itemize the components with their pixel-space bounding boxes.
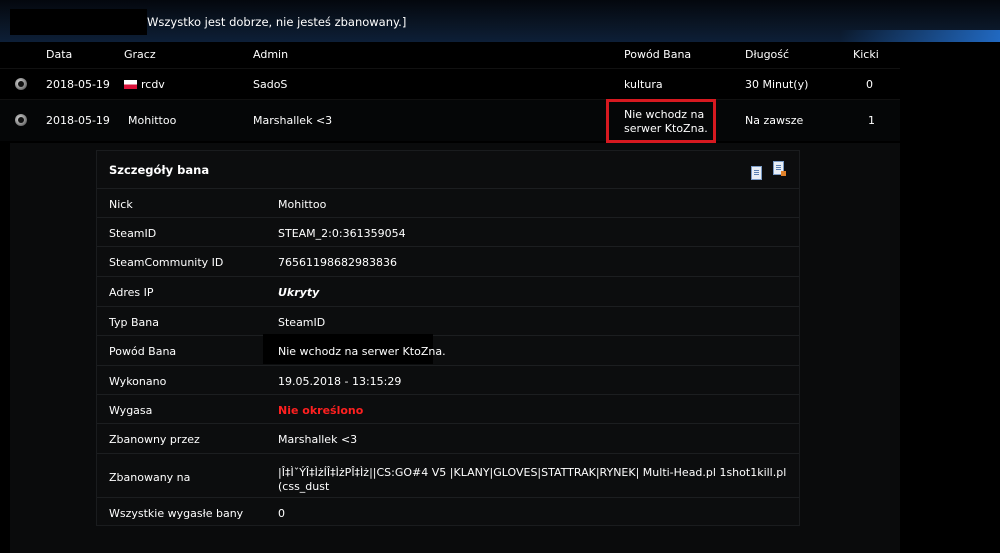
header-reason[interactable]: Powód Bana [624, 48, 691, 61]
detail-label: Zbanowany na [109, 471, 191, 484]
detail-row-server: Zbanowany na |Î‡ÌˇÝÎ‡ÌżÍÎ‡ÌżPÎ‡Ìż||CS:GO… [97, 453, 799, 498]
row-length: 30 Minut(y) [745, 78, 809, 91]
ban-list-table: Data Gracz Admin Powód Bana Długość Kick… [0, 42, 900, 141]
header-date[interactable]: Data [46, 48, 72, 61]
header-admin[interactable]: Admin [253, 48, 288, 61]
detail-row-ip: Adres IP Ukryty [97, 276, 799, 306]
row-date: 2018-05-19 [46, 114, 110, 127]
row-kicks: 1 [868, 114, 875, 127]
detail-row-steamcommunity: SteamCommunity ID 76561198682983836 [97, 246, 799, 276]
detail-label: Typ Bana [109, 316, 159, 329]
detail-row-bannedby: Zbanowny przez Marshallek <3 [97, 423, 799, 453]
document-icon[interactable] [751, 166, 762, 180]
detail-row-expired-bans: Wszystkie wygasłe bany 0 [97, 497, 799, 527]
csgo-icon [15, 114, 27, 126]
detail-value: Marshallek <3 [278, 433, 358, 446]
detail-value-server: |Î‡ÌˇÝÎ‡ÌżÍÎ‡ÌżPÎ‡Ìż||CS:GO#4 V5 |KLANY|… [278, 466, 787, 493]
row-player: rcdv [124, 78, 165, 91]
detail-label: Adres IP [109, 286, 154, 299]
detail-value: 0 [278, 507, 285, 520]
detail-row-expires: Wygasa Nie określono [97, 394, 799, 424]
row-date: 2018-05-19 [46, 78, 110, 91]
detail-row-bantype: Typ Bana SteamID [97, 306, 799, 336]
detail-row-nick: Nick Mohittoo [97, 188, 799, 218]
header-player[interactable]: Gracz [124, 48, 156, 61]
details-title: Szczegóły bana [109, 163, 210, 177]
redacted-block [10, 9, 147, 35]
detail-value: SteamID [278, 316, 326, 329]
detail-label: SteamID [109, 227, 157, 240]
detail-value: STEAM_2:0:361359054 [278, 227, 406, 240]
header-kicks[interactable]: Kicki [853, 48, 879, 61]
detail-row-steamid: SteamID STEAM_2:0:361359054 [97, 217, 799, 247]
poland-flag-icon [124, 80, 137, 89]
detail-label: Wykonano [109, 375, 167, 388]
row-admin: SadoS [253, 78, 288, 91]
detail-label: Wygasa [109, 404, 153, 417]
detail-value: Ukryty [278, 286, 320, 299]
header-length[interactable]: Długość [745, 48, 789, 61]
table-row-selected[interactable]: 2018-05-19 Mohittoo Marshallek <3 Na zaw… [0, 99, 900, 141]
edit-document-icon[interactable] [773, 161, 786, 176]
detail-row-executed: Wykonano 19.05.2018 - 13:15:29 [97, 365, 799, 395]
ban-details-panel: Szczegóły bana Nick Mohittoo SteamID STE… [96, 150, 800, 526]
row-admin: Marshallek <3 [253, 114, 333, 127]
status-message: Wszystko jest dobrze, nie jesteś zbanowa… [147, 15, 407, 29]
detail-value: Nie wchodz na serwer KtoZna. [278, 345, 446, 358]
player-name: rcdv [141, 78, 165, 91]
detail-label: Wszystkie wygasłe bany [109, 507, 244, 520]
detail-value: Mohittoo [278, 198, 327, 211]
row-reason: kultura [624, 78, 663, 91]
row-kicks: 0 [866, 78, 873, 91]
detail-label: Nick [109, 198, 133, 211]
detail-label: Zbanowny przez [109, 433, 200, 446]
table-row[interactable]: 2018-05-19 rcdv SadoS kultura 30 Minut(y… [0, 68, 900, 99]
header-glow [840, 30, 1000, 42]
table-header: Data Gracz Admin Powód Bana Długość Kick… [0, 42, 900, 68]
detail-label: SteamCommunity ID [109, 256, 224, 269]
row-length: Na zawsze [745, 114, 804, 127]
csgo-icon [15, 78, 27, 90]
row-player: Mohittoo [128, 114, 177, 127]
detail-row-reason: Powód Bana Nie wchodz na serwer KtoZna. [97, 334, 799, 365]
detail-label: Powód Bana [109, 345, 177, 358]
detail-value: 19.05.2018 - 13:15:29 [278, 375, 402, 388]
detail-value-expires: Nie określono [278, 404, 364, 417]
detail-value: 76561198682983836 [278, 256, 397, 269]
reason-highlight-box [606, 99, 716, 143]
